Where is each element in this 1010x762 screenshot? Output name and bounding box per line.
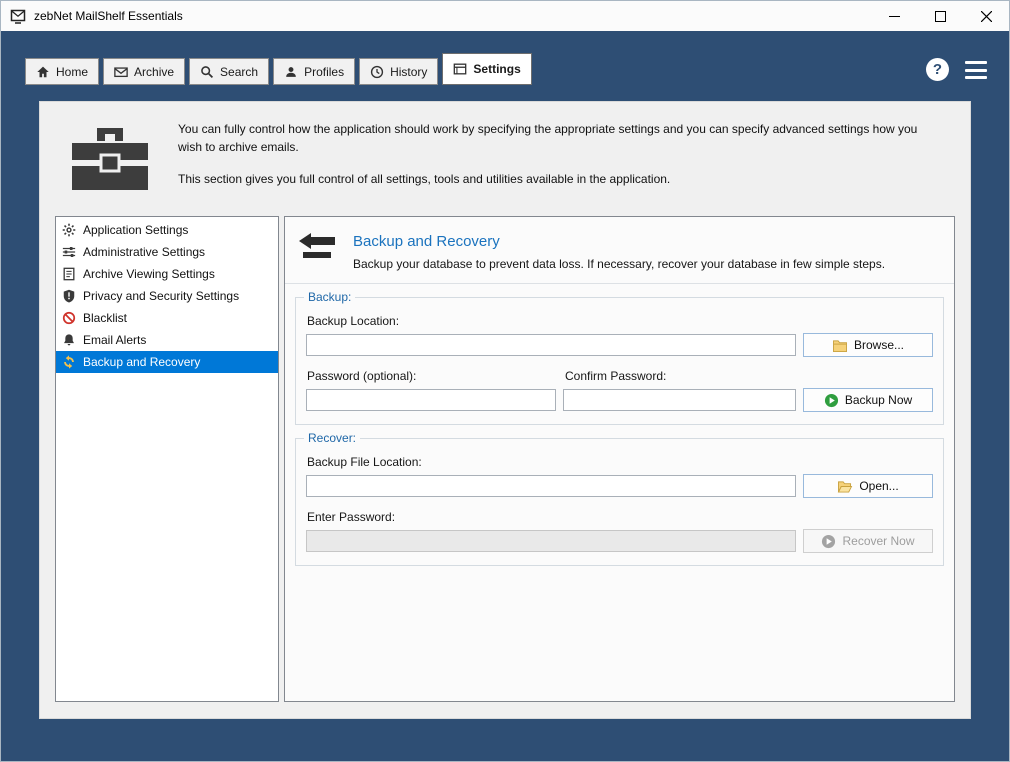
folder-icon xyxy=(832,339,848,352)
sidebar-item-label: Privacy and Security Settings xyxy=(83,289,240,303)
sliders-icon xyxy=(61,245,76,260)
backup-arrows-icon xyxy=(61,355,76,370)
restore-arrow-icon xyxy=(297,231,337,261)
tab-home[interactable]: Home xyxy=(25,58,100,85)
intro-paragraph-1: You can fully control how the applicatio… xyxy=(178,122,918,154)
profiles-icon xyxy=(284,65,298,79)
backup-group: Backup: Backup Location: Browse... Passw… xyxy=(295,290,944,425)
settings-page: You can fully control how the applicatio… xyxy=(39,101,971,719)
intro-paragraph-2: This section gives you full control of a… xyxy=(178,172,671,186)
recover-file-row: Open... xyxy=(306,474,933,498)
shield-icon xyxy=(61,289,76,304)
sidebar-item-label: Backup and Recovery xyxy=(83,355,201,369)
recover-group-legend: Recover: xyxy=(304,431,361,445)
backup-recovery-panel: Backup and Recovery Backup your database… xyxy=(284,216,955,702)
home-icon xyxy=(36,65,50,79)
toolbox-icon xyxy=(68,120,152,202)
settings-icon xyxy=(453,62,467,76)
panel-title: Backup and Recovery xyxy=(353,233,500,250)
help-icon: ? xyxy=(932,61,943,78)
tab-label: Search xyxy=(220,64,259,79)
backup-password-input[interactable] xyxy=(306,389,556,411)
browse-button-label: Browse... xyxy=(853,338,904,352)
settings-main-row: Application Settings Administrative Sett… xyxy=(55,216,955,702)
tab-settings[interactable]: Settings xyxy=(442,53,532,85)
password-labels-row: Password (optional): Confirm Password: xyxy=(306,368,933,388)
tab-profiles[interactable]: Profiles xyxy=(273,58,356,85)
sidebar-item-label: Blacklist xyxy=(83,311,128,325)
prohibition-icon xyxy=(61,311,76,326)
close-button[interactable] xyxy=(963,1,1009,31)
search-icon xyxy=(200,65,214,79)
tab-search[interactable]: Search xyxy=(189,58,270,85)
sidebar-item-privacy-security-settings[interactable]: Privacy and Security Settings xyxy=(56,285,278,307)
history-icon xyxy=(370,65,384,79)
settings-category-list: Application Settings Administrative Sett… xyxy=(55,216,279,702)
confirm-password-label: Confirm Password: xyxy=(565,369,667,383)
panel-subtitle: Backup your database to prevent data los… xyxy=(353,257,886,271)
titlebar: zebNet MailShelf Essentials xyxy=(1,1,1009,31)
tab-history[interactable]: History xyxy=(359,58,439,85)
app-icon xyxy=(10,8,26,24)
backup-file-location-label: Backup File Location: xyxy=(307,455,422,469)
panel-header-text: Backup and Recovery Backup your database… xyxy=(353,231,885,271)
play-circle-gray-icon xyxy=(821,534,836,549)
recover-group: Recover: Backup File Location: Open... E… xyxy=(295,431,944,566)
enter-password-label: Enter Password: xyxy=(307,510,396,524)
sidebar-item-backup-and-recovery[interactable]: Backup and Recovery xyxy=(56,351,278,373)
window-title: zebNet MailShelf Essentials xyxy=(34,9,183,23)
recover-password-row: Recover Now xyxy=(306,529,933,553)
open-button[interactable]: Open... xyxy=(803,474,933,498)
tab-label: Settings xyxy=(473,62,521,76)
tab-label: Home xyxy=(56,64,89,79)
password-optional-label: Password (optional): xyxy=(307,369,417,383)
password-row: Backup Now xyxy=(306,388,933,412)
minimize-button[interactable] xyxy=(871,1,917,31)
app-body: Home Archive Search Profiles History Set… xyxy=(1,31,1009,761)
document-icon xyxy=(61,267,76,282)
menu-button[interactable] xyxy=(965,61,987,79)
browse-button[interactable]: Browse... xyxy=(803,333,933,357)
app-window: zebNet MailShelf Essentials Home Archive xyxy=(0,0,1010,762)
archive-icon xyxy=(114,65,128,79)
recover-now-button: Recover Now xyxy=(803,529,933,553)
panel-header: Backup and Recovery Backup your database… xyxy=(285,217,954,284)
sidebar-item-label: Email Alerts xyxy=(83,333,147,347)
sidebar-item-administrative-settings[interactable]: Administrative Settings xyxy=(56,241,278,263)
hamburger-icon xyxy=(965,61,987,64)
confirm-password-input[interactable] xyxy=(563,389,796,411)
maximize-button[interactable] xyxy=(917,1,963,31)
sidebar-item-application-settings[interactable]: Application Settings xyxy=(56,219,278,241)
backup-location-input[interactable] xyxy=(306,334,796,356)
tab-label: History xyxy=(390,64,428,79)
play-circle-green-icon xyxy=(824,393,839,408)
settings-intro: You can fully control how the applicatio… xyxy=(40,102,970,202)
backup-group-legend: Backup: xyxy=(304,290,356,304)
backup-file-location-input[interactable] xyxy=(306,475,796,497)
tab-archive[interactable]: Archive xyxy=(103,58,186,85)
intro-text: You can fully control how the applicatio… xyxy=(178,120,940,202)
enter-password-label-row: Enter Password: xyxy=(306,509,933,529)
help-button[interactable]: ? xyxy=(926,58,949,81)
recover-now-button-label: Recover Now xyxy=(842,534,915,548)
gear-icon xyxy=(61,223,76,238)
sidebar-item-label: Archive Viewing Settings xyxy=(83,267,215,281)
backup-now-button-label: Backup Now xyxy=(844,393,913,407)
sidebar-item-label: Application Settings xyxy=(83,223,189,237)
bell-icon xyxy=(61,333,76,348)
tab-label: Archive xyxy=(134,64,175,79)
sidebar-item-label: Administrative Settings xyxy=(83,245,206,259)
sidebar-item-blacklist[interactable]: Blacklist xyxy=(56,307,278,329)
recover-password-input xyxy=(306,530,796,552)
sidebar-item-email-alerts[interactable]: Email Alerts xyxy=(56,329,278,351)
sidebar-item-archive-viewing-settings[interactable]: Archive Viewing Settings xyxy=(56,263,278,285)
tab-bar: Home Archive Search Profiles History Set… xyxy=(25,53,987,85)
open-button-label: Open... xyxy=(859,479,899,493)
tab-label: Profiles xyxy=(304,64,345,79)
backup-location-row: Browse... xyxy=(306,333,933,357)
backup-now-button[interactable]: Backup Now xyxy=(803,388,933,412)
folder-open-icon xyxy=(837,480,853,493)
window-controls xyxy=(871,1,1009,31)
backup-location-label: Backup Location: xyxy=(307,314,400,328)
